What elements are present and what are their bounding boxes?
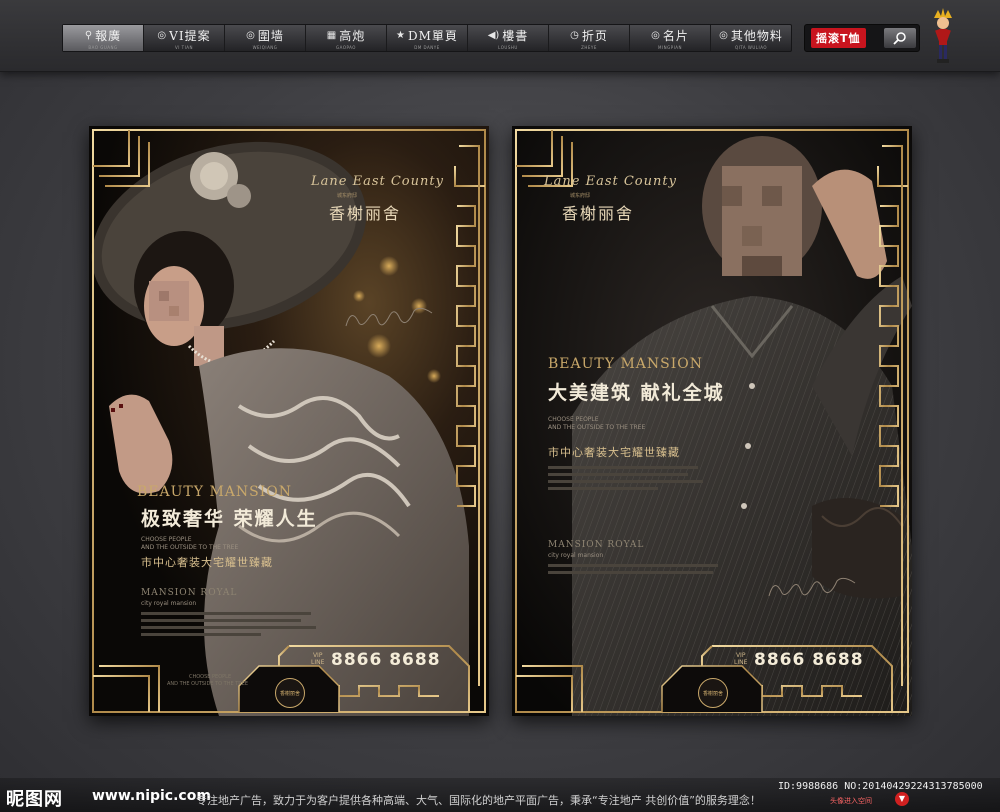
mansion-royal-title: MANSION ROYAL [141,588,238,598]
nav-item-5[interactable]: ◀) 樓書 LOUSHU [468,25,549,51]
nav-item-4[interactable]: ★ DM單頁 DM DANYE [387,25,468,51]
nav-label: 高炮 [339,28,366,43]
nav-sublabel: BAO GUANG [88,44,118,50]
beauty-mansion-title: BEAUTY MANSION [548,356,703,372]
nav-item-row: ★ DM單頁 [396,27,458,44]
nav-sublabel: GAOPAO [336,44,356,50]
signature-right [768,577,856,597]
nav-label: 圍墙 [257,28,284,43]
vip-line-label: VIP LINE [311,652,324,666]
brand-chinese: 香榭丽舍 [562,204,635,223]
vip-line-label: VIP LINE [734,652,747,666]
search-brand-tag[interactable]: 摇滚T恤 [811,28,866,48]
nav-item-2[interactable]: ◎ 圍墙 WEIQIANG [225,25,306,51]
nav-item-1[interactable]: ◎ VI提案 VI TIAN [144,25,225,51]
subheading-chinese: 市中心奢装大宅耀世臻藏 [548,446,680,459]
poster-left[interactable]: Lane East County 城东府邸 香榭丽舍 BEAUTY MANSIO… [89,126,489,716]
nav-icon: ◷ [570,29,579,41]
seal-badge: 香榭丽舍 [275,678,305,708]
space-link[interactable]: 头像进入空间 [830,796,872,806]
nav-item-row: ◎ VI提案 [157,27,210,44]
nav-item-row: ◀) 樓書 [488,27,529,44]
brand-english: Lane East County [544,174,677,189]
brand-english: Lane East County [311,174,444,189]
nav-label: 折页 [581,28,608,43]
brand-small-text: 城东府邸 [337,193,358,199]
nav-sublabel: LOUSHU [498,44,518,50]
site-logo[interactable]: 昵图网 [6,785,63,811]
nav-label: DM單頁 [408,28,458,43]
image-id: ID:9988686 NO:20140429224313785000 [778,781,983,792]
search-box[interactable]: 摇滚T恤 [804,24,920,52]
site-url[interactable]: www.nipic.com [92,788,211,804]
nav-icon: ◀) [487,29,500,41]
nav-label: 報廣 [95,28,122,43]
vip-text: VIP [312,652,323,659]
nav-sublabel: DM DANYE [414,44,440,50]
nav-icon: ⚲ [84,29,93,41]
nav-icon: ★ [396,29,406,41]
body-copy-lines [141,612,321,640]
mansion-royal-sub: city royal mansion [548,552,604,559]
tagline-english-2: AND THE OUTSIDE TO THE TREE [548,424,646,431]
nav-item-row: ▦ 高炮 [327,27,365,44]
nav-icon: ▦ [326,29,337,41]
nav-item-row: ◷ 折页 [570,27,608,44]
nav-label: 樓書 [502,28,529,43]
tagline-english-2: AND THE OUTSIDE TO THE TREE [141,544,239,551]
beauty-mansion-title: BEAUTY MANSION [137,484,292,500]
footer-tagline-2: AND THE OUTSIDE TO THE TREE [167,681,249,687]
poster-right[interactable]: Lane East County 城东府邸 香榭丽舍 BEAUTY MANSIO… [512,126,912,716]
search-button[interactable] [884,28,916,48]
signature-left [345,307,433,327]
top-bar: ⚲ 報廣 BAO GUANG ◎ VI提案 VI TIAN ◎ 圍墙 WEIQIANG ▦ 高炮 GA… [0,0,1000,72]
body-copy-lines [548,466,708,494]
nav-item-3[interactable]: ▦ 高炮 GAOPAO [306,25,387,51]
footer-tagline-1: CHOOSE PEOPLE [189,674,232,680]
nav-sublabel: WEIQIANG [252,44,278,50]
poster-headline: 极致奢华 荣耀人生 [141,508,318,530]
nav-sublabel: ZHEYE [581,44,597,50]
poster-headline: 大美建筑 献礼全城 [548,382,725,404]
body-copy-lines-2 [548,564,728,578]
vip-text: VIP [735,652,746,659]
nav-icon: ◎ [651,29,660,41]
nav-icon: ◎ [157,29,167,41]
tagline-english-1: CHOOSE PEOPLE [548,416,599,423]
nav-item-6[interactable]: ◷ 折页 ZHEYE [549,25,630,51]
mansion-royal-sub: city royal mansion [141,600,197,607]
hotline-number[interactable]: 8866 8688 [331,650,441,670]
tagline-english-1: CHOOSE PEOPLE [141,536,192,543]
nav-item-row: ◎ 圍墙 [246,27,284,44]
brand-chinese: 香榭丽舍 [329,204,402,223]
line-text: LINE [311,659,325,666]
nav-icon: ◎ [246,29,255,41]
subheading-chinese: 市中心奢装大宅耀世臻藏 [141,556,273,569]
search-icon [893,32,906,45]
nav-label: 其他物料 [730,28,783,43]
nav-item-row: ◎ 其他物料 [719,27,783,44]
nav-label: 名片 [662,28,689,43]
seal-badge: 香榭丽舍 [698,678,728,708]
nav-sublabel: VI TIAN [174,44,194,50]
site-slogan: 专注地产广告，致力于为客户提供各种高端、大气、国际化的地产平面广告，秉承“专注地… [196,794,761,807]
main-nav: ⚲ 報廣 BAO GUANG ◎ VI提案 VI TIAN ◎ 圍墙 WEIQIANG ▦ 高炮 GA… [62,24,792,52]
nav-sublabel: QITA WULIAO [734,44,768,50]
nav-sublabel: MINGPIAN [657,44,683,50]
mansion-royal-title: MANSION ROYAL [548,540,645,550]
nav-item-row: ⚲ 報廣 [85,27,121,44]
nav-icon: ◎ [719,29,728,41]
nav-item-8[interactable]: ◎ 其他物料 QITA WULIAO [711,25,791,51]
mascot-icon[interactable] [930,8,956,64]
nav-item-7[interactable]: ◎ 名片 MINGPIAN [630,25,711,51]
nav-item-0[interactable]: ⚲ 報廣 BAO GUANG [63,25,144,51]
nav-label: VI提案 [169,28,211,43]
line-text: LINE [734,659,748,666]
nav-item-row: ◎ 名片 [651,27,689,44]
down-arrow-icon[interactable]: ▼ [895,792,909,806]
hotline-number[interactable]: 8866 8688 [754,650,864,670]
brand-small-text: 城东府邸 [570,193,591,199]
